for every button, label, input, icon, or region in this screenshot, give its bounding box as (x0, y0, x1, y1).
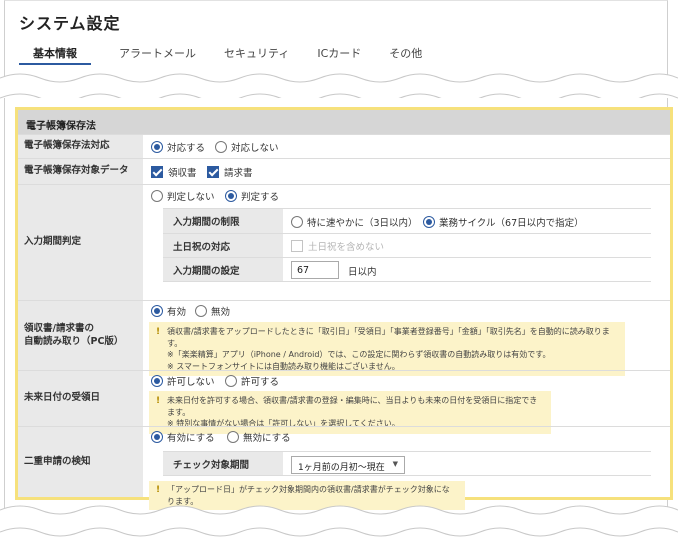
radio-ocr-disabled[interactable]: 無効 (195, 304, 230, 318)
radio-period-on[interactable]: 判定する (225, 189, 279, 203)
radio-dup-enabled[interactable]: 有効にする (151, 430, 215, 444)
radio-support-no[interactable]: 対応しない (215, 140, 279, 154)
sub-row-check-period: チェック対象期間 1ヶ月前の月初～現在 ▼ (163, 451, 651, 476)
row-input-period: 入力期間判定 判定しない 判定する 入力期間の制限 特に速やかに（3日以内） 業… (18, 184, 670, 300)
radio-future-allow[interactable]: 許可する (225, 374, 279, 388)
tab-ic-card[interactable]: ICカード (317, 45, 361, 65)
row-label: 入力期間判定 (18, 185, 143, 300)
radio-support-yes[interactable]: 対応する (151, 140, 205, 154)
radio-checked-icon (423, 216, 435, 228)
radio-unchecked-icon (151, 190, 163, 202)
page-title: システム設定 (19, 14, 121, 33)
row-label: 二重申請の検知 (18, 427, 143, 497)
checkbox-exclude-holidays[interactable]: 土日祝を含めない (291, 239, 384, 253)
sub-row-setting: 入力期間の設定 日以内 (163, 257, 651, 282)
checkbox-receipt[interactable]: 領収書 (151, 165, 197, 179)
tab-alert-mail[interactable]: アラートメール (119, 45, 196, 65)
checkbox-checked-icon (151, 166, 163, 178)
tab-basic-info[interactable]: 基本情報 (19, 45, 91, 65)
section-header: 電子帳簿保存法 (18, 110, 670, 134)
checkbox-checked-icon (207, 166, 219, 178)
radio-checked-icon (151, 375, 163, 387)
exclamation-icon: ! (156, 327, 161, 337)
settings-card: 電子帳簿保存法 電子帳簿保存法対応 対応する 対応しない 電子帳簿保存対象データ (4, 98, 673, 511)
radio-checked-icon (151, 141, 163, 153)
tab-other[interactable]: その他 (389, 45, 422, 65)
radio-checked-icon (225, 190, 237, 202)
ebook-law-section: 電子帳簿保存法 電子帳簿保存法対応 対応する 対応しない 電子帳簿保存対象データ (15, 107, 673, 511)
checkbox-invoice[interactable]: 請求書 (207, 165, 253, 179)
exclamation-icon: ! (156, 485, 161, 495)
radio-unchecked-icon (195, 305, 207, 317)
chevron-down-icon: ▼ (392, 460, 398, 468)
radio-unchecked-icon (215, 141, 227, 153)
row-label: 電子帳簿保存対象データ (18, 159, 143, 184)
row-auto-ocr: 領収書/請求書の 自動読み取り（PC版） 有効 無効 ! 領収書/請求書をアップ… (18, 300, 670, 377)
sub-row-limit: 入力期間の制限 特に速やかに（3日以内） 業務サイクル（67日以内で指定） (163, 208, 651, 233)
radio-future-deny[interactable]: 許可しない (151, 374, 215, 388)
radio-dup-disabled[interactable]: 無効にする (227, 430, 291, 444)
radio-checked-icon (151, 431, 163, 443)
radio-limit-cycle[interactable]: 業務サイクル（67日以内で指定） (423, 215, 584, 229)
tab-bar: 基本情報 アラートメール セキュリティ ICカード その他 (19, 45, 422, 65)
radio-unchecked-icon (291, 216, 303, 228)
radio-limit-quick[interactable]: 特に速やかに（3日以内） (291, 215, 418, 229)
ocr-note: ! 領収書/請求書をアップロードしたときに「取引日」「受領日」「事業者登録番号」… (149, 322, 625, 377)
days-input[interactable] (291, 261, 339, 279)
tab-security[interactable]: セキュリティ (224, 45, 289, 65)
torn-edge-bottom (0, 505, 678, 552)
row-label: 領収書/請求書の 自動読み取り（PC版） (18, 301, 143, 370)
check-period-select[interactable]: 1ヶ月前の月初～現在 ▼ (291, 456, 405, 474)
row-label: 未来日付の受領日 (18, 371, 143, 426)
radio-ocr-enabled[interactable]: 有効 (151, 304, 186, 318)
checkbox-unchecked-icon (291, 240, 303, 252)
row-duplicate-check: 二重申請の検知 有効にする 無効にする チェック対象期間 1ヶ月前の月初～現在 … (18, 426, 670, 511)
radio-checked-icon (151, 305, 163, 317)
radio-period-off[interactable]: 判定しない (151, 189, 215, 203)
sub-row-holidays: 土日祝の対応 土日祝を含めない (163, 233, 651, 257)
row-label: 電子帳簿保存法対応 (18, 135, 143, 158)
row-future-date: 未来日付の受領日 許可しない 許可する ! 未来日付を許可する場合、領収書/請求… (18, 370, 670, 434)
exclamation-icon: ! (156, 396, 161, 406)
radio-unchecked-icon (227, 431, 239, 443)
row-target-data: 電子帳簿保存対象データ 領収書 請求書 (18, 158, 670, 184)
radio-unchecked-icon (225, 375, 237, 387)
row-law-support: 電子帳簿保存法対応 対応する 対応しない (18, 134, 670, 158)
